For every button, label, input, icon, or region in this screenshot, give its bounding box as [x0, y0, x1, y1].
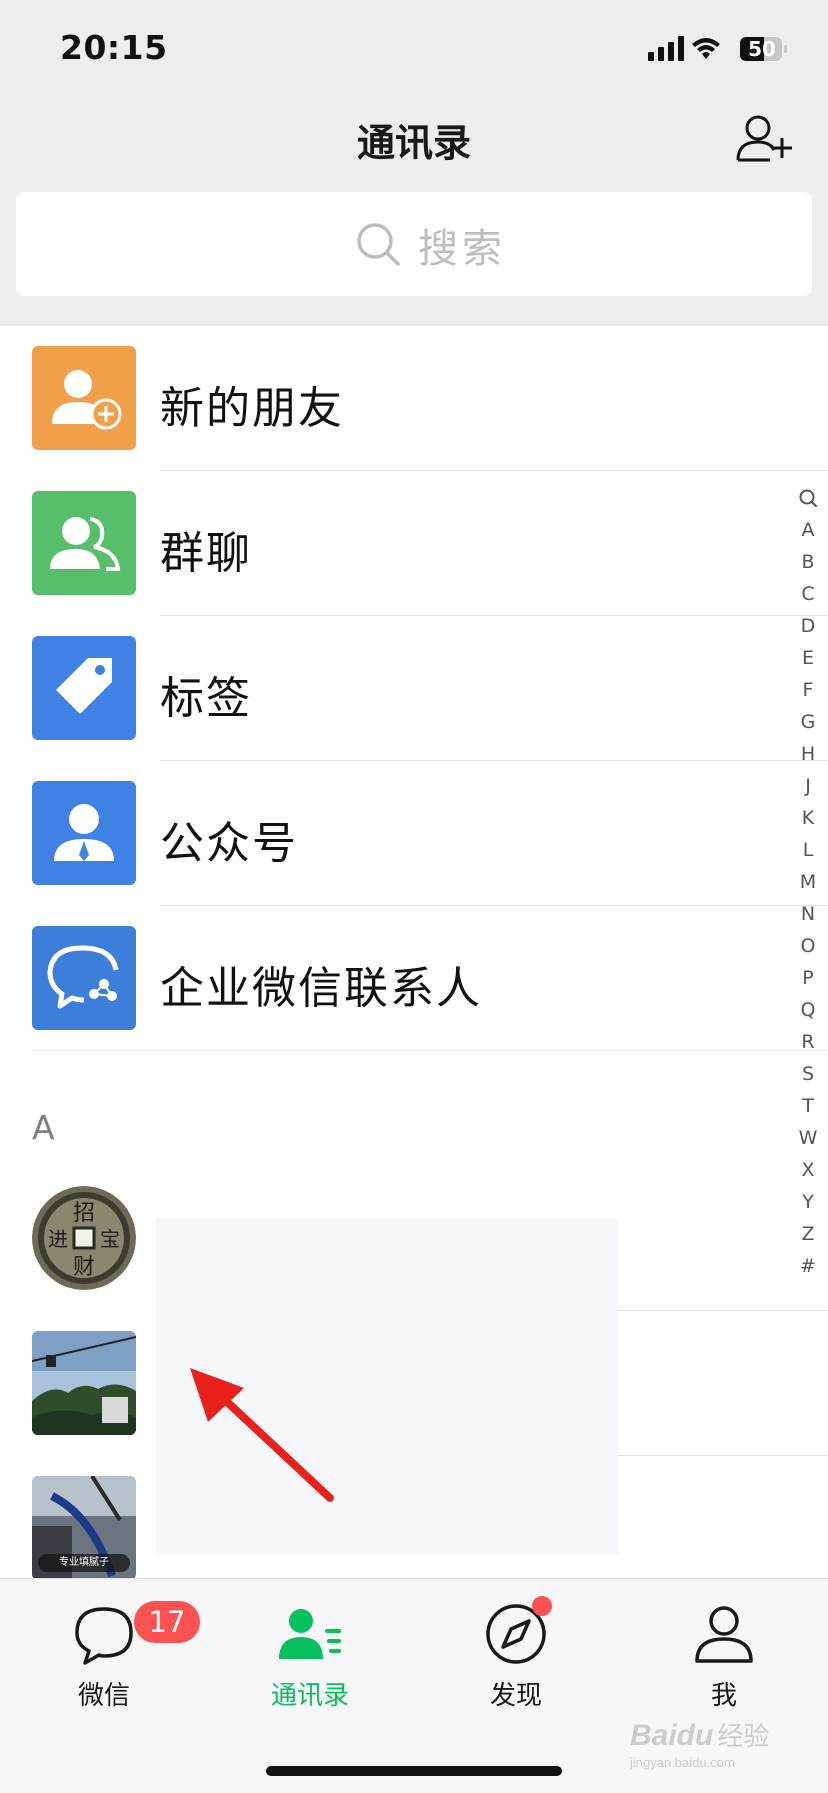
index-letter[interactable]: B	[788, 546, 828, 578]
index-letter[interactable]: E	[788, 642, 828, 674]
index-letter[interactable]: F	[788, 674, 828, 706]
index-letter[interactable]: P	[788, 962, 828, 994]
page-title: 通讯录	[356, 121, 471, 165]
svg-text:进: 进	[48, 1227, 68, 1251]
tag-icon	[32, 636, 136, 740]
baidu-jingyan-watermark: Baidu 经验 jingyan.baidu.com	[630, 1716, 790, 1780]
new-friends-entry[interactable]: 新的朋友	[0, 326, 828, 471]
index-letter[interactable]: J	[788, 770, 828, 802]
official-accounts-label: 公众号	[160, 818, 298, 869]
index-letter[interactable]: H	[788, 738, 828, 770]
index-letter[interactable]: C	[788, 578, 828, 610]
tab-discover-label: 发现	[489, 1681, 542, 1711]
watermark-url: jingyan.baidu.com	[630, 1755, 735, 1770]
wecom-contacts-icon	[32, 926, 136, 1030]
index-letter[interactable]: G	[788, 706, 828, 738]
new-friends-label: 新的朋友	[160, 383, 344, 434]
group-chats-label: 群聊	[160, 528, 252, 579]
index-letter[interactable]: K	[788, 802, 828, 834]
index-letter[interactable]: L	[788, 834, 828, 866]
search-icon	[357, 223, 400, 266]
tab-me[interactable]: 我	[644, 1601, 804, 1711]
chat-bubble-icon	[75, 1607, 133, 1665]
tags-entry[interactable]: 标签	[0, 616, 828, 761]
home-indicator	[266, 1766, 562, 1776]
divider	[32, 1050, 828, 1051]
group-chats-entry[interactable]: 群聊	[0, 471, 828, 616]
contact-avatar-sky	[32, 1331, 136, 1435]
index-letter[interactable]: W	[788, 1122, 828, 1154]
tab-me-label: 我	[710, 1681, 737, 1711]
wecom-contacts-label: 企业微信联系人	[160, 963, 482, 1014]
index-letters: A B C D E F G H J K L M N O P Q R S T W X Y Z #	[788, 514, 828, 1282]
official-account-icon	[32, 781, 136, 885]
search-input[interactable]: 搜索	[16, 192, 812, 296]
svg-text:宝: 宝	[100, 1227, 120, 1251]
wifi-icon	[692, 38, 720, 59]
contact-avatar-work-photo: 专业填腻子	[32, 1476, 136, 1580]
discover-new-dot	[532, 1596, 552, 1616]
index-letter[interactable]: T	[788, 1090, 828, 1122]
contacts-icon	[279, 1609, 341, 1659]
index-letter[interactable]: #	[788, 1250, 828, 1282]
unread-count-badge: 17	[134, 1601, 200, 1643]
tab-chats[interactable]: 微信 17	[24, 1601, 200, 1711]
status-time: 20:15	[60, 28, 168, 67]
wecom-contacts-entry[interactable]: 企业微信联系人	[0, 906, 828, 1051]
index-letter[interactable]: Q	[788, 994, 828, 1026]
alphabet-index-bar[interactable]: A B C D E F G H J K L M N O P Q R S T W X Y Z #	[788, 482, 828, 1282]
group-chat-icon	[32, 491, 136, 595]
function-list: 新的朋友 群聊 标签 公众号 企业微信联系人	[0, 326, 828, 1051]
index-letter[interactable]: Y	[788, 1186, 828, 1218]
tab-contacts[interactable]: 通讯录	[230, 1601, 390, 1711]
index-letter[interactable]: N	[788, 898, 828, 930]
tab-discover[interactable]: 发现	[436, 1601, 596, 1711]
index-search-icon[interactable]	[788, 482, 828, 514]
new-friend-icon	[32, 346, 136, 450]
cellular-signal-icon	[648, 36, 684, 61]
index-letter[interactable]: X	[788, 1154, 828, 1186]
status-icons: 50	[648, 34, 788, 64]
annotation-arrow-icon	[190, 1368, 334, 1502]
index-letter[interactable]: S	[788, 1058, 828, 1090]
official-accounts-entry[interactable]: 公众号	[0, 761, 828, 906]
index-letter[interactable]: M	[788, 866, 828, 898]
index-letter[interactable]: R	[788, 1026, 828, 1058]
person-add-icon	[736, 115, 792, 162]
index-letter[interactable]: A	[788, 514, 828, 546]
index-letter[interactable]: D	[788, 610, 828, 642]
search-placeholder: 搜索	[418, 226, 506, 272]
tab-contacts-label: 通讯录	[270, 1681, 349, 1711]
tab-chats-label: 微信	[77, 1681, 130, 1711]
svg-text:招: 招	[73, 1201, 95, 1226]
section-header-a: A	[32, 1108, 55, 1147]
battery-level: 50	[748, 37, 776, 61]
watermark-brand-cn: 经验	[717, 1721, 770, 1751]
avatar-caption: 专业填腻子	[59, 1557, 109, 1568]
index-letter[interactable]: Z	[788, 1218, 828, 1250]
profile-icon	[695, 1606, 753, 1663]
tags-label: 标签	[160, 673, 252, 724]
watermark-brand: Baidu	[630, 1719, 714, 1752]
svg-text:财: 财	[73, 1255, 95, 1280]
index-letter[interactable]: O	[788, 930, 828, 962]
top-header-area: 20:15 50 通讯录 搜索	[0, 0, 828, 326]
contact-avatar-coin: 招 财 进 宝	[32, 1186, 136, 1290]
add-friend-button[interactable]	[736, 112, 798, 168]
